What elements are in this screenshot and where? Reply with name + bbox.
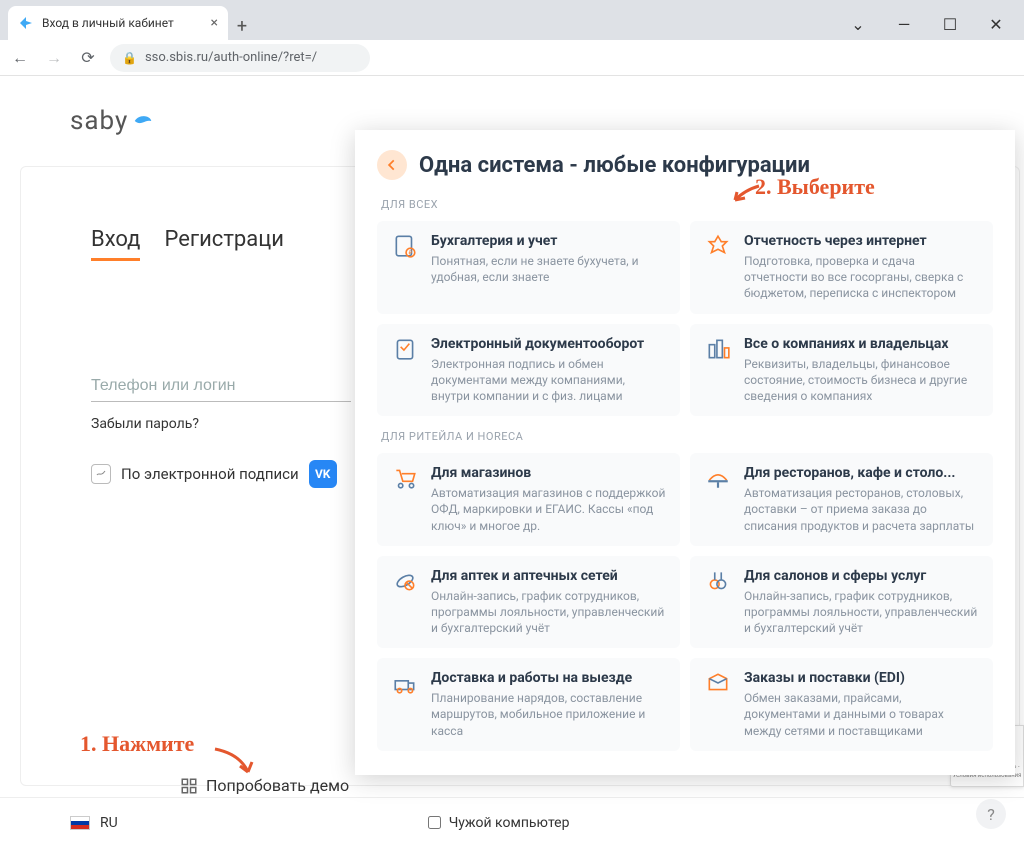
logo-text: saby: [70, 106, 128, 136]
esign-link[interactable]: По электронной подписи: [121, 465, 299, 483]
try-demo-label: Попробовать демо: [206, 776, 349, 795]
card-icon: [704, 568, 732, 637]
tab-title: Вход в личный кабинет: [42, 16, 203, 30]
card-icon: [704, 670, 732, 739]
config-card[interactable]: Для аптек и аптечных сетей Онлайн-запись,…: [377, 556, 680, 649]
login-input[interactable]: [91, 371, 351, 402]
foreign-pc-label: Чужой компьютер: [449, 815, 570, 831]
page-content: saby Вход Регистраци Забыли пароль? По э…: [0, 76, 1024, 847]
annotation-arrow-2: [731, 182, 761, 206]
browser-titlebar: Вход в личный кабинет × + ⌄ — ☐ ✕: [0, 0, 1024, 40]
card-desc: Понятная, если не знаете бухучета, и удо…: [431, 253, 666, 285]
window-controls: ⌄ — ☐ ✕: [844, 15, 1024, 40]
config-card[interactable]: Для ресторанов, кафе и столо... Автоматиз…: [690, 453, 993, 546]
try-demo-link[interactable]: Попробовать демо: [180, 776, 349, 795]
section-label: ДЛЯ ВСЕХ: [381, 198, 993, 211]
card-icon: [391, 670, 419, 739]
reload-button[interactable]: ⟳: [76, 48, 100, 67]
configurations-panel: Одна система - любые конфигурации 2. Выб…: [355, 130, 1015, 775]
card-title: Для салонов и сферы услуг: [744, 568, 979, 584]
panel-title: Одна система - любые конфигурации: [419, 153, 810, 178]
logo-bird-icon: [132, 110, 154, 132]
card-icon: [704, 465, 732, 534]
card-icon: ₽: [391, 233, 419, 302]
tab-favicon: [18, 15, 34, 31]
card-icon: [704, 336, 732, 405]
config-card[interactable]: ₽ Бухгалтерия и учет Понятная, если не зна…: [377, 221, 680, 314]
card-desc: Обмен заказами, прайсами, документами и …: [744, 690, 979, 739]
foreign-pc-input[interactable]: [428, 816, 441, 829]
card-icon: [391, 568, 419, 637]
close-window-button[interactable]: ✕: [982, 15, 1010, 34]
card-title: Электронный документооборот: [431, 336, 666, 352]
new-tab-button[interactable]: +: [228, 12, 256, 40]
footer: RU Чужой компьютер: [0, 797, 1024, 847]
config-card[interactable]: Для магазинов Автоматизация магазинов с п…: [377, 453, 680, 546]
esign-icon: [91, 464, 111, 484]
url-text: sso.sbis.ru/auth-online/?ret=/: [145, 50, 317, 65]
logo: saby: [70, 106, 154, 136]
config-card[interactable]: Заказы и поставки (EDI) Обмен заказами, п…: [690, 658, 993, 751]
language-switch[interactable]: RU: [100, 815, 118, 831]
config-card[interactable]: Электронный документооборот Электронная п…: [377, 324, 680, 417]
card-icon: [704, 233, 732, 302]
section-label: ДЛЯ РИТЕЙЛА И HORECA: [381, 430, 993, 443]
card-desc: Подготовка, проверка и сдача отчетности …: [744, 253, 979, 302]
card-title: Отчетность через интернет: [744, 233, 979, 249]
card-title: Для магазинов: [431, 465, 666, 481]
card-desc: Онлайн-запись, график сотрудников, прогр…: [744, 588, 979, 637]
tab-login[interactable]: Вход: [91, 227, 140, 261]
card-title: Заказы и поставки (EDI): [744, 670, 979, 686]
lock-icon: 🔒: [122, 51, 137, 65]
address-bar: ← → ⟳ 🔒 sso.sbis.ru/auth-online/?ret=/: [0, 40, 1024, 76]
url-field[interactable]: 🔒 sso.sbis.ru/auth-online/?ret=/: [110, 44, 370, 72]
chevron-down-icon[interactable]: ⌄: [844, 15, 872, 34]
card-title: Бухгалтерия и учет: [431, 233, 666, 249]
foreign-pc-checkbox[interactable]: Чужой компьютер: [428, 815, 570, 831]
config-card[interactable]: Доставка и работы на выезде Планирование …: [377, 658, 680, 751]
flag-ru-icon: [70, 816, 90, 830]
card-title: Доставка и работы на выезде: [431, 670, 666, 686]
vk-login-button[interactable]: VK: [309, 460, 337, 488]
config-card[interactable]: Все о компаниях и владельцах Реквизиты, в…: [690, 324, 993, 417]
card-icon: [391, 336, 419, 405]
card-title: Для аптек и аптечных сетей: [431, 568, 666, 584]
card-desc: Онлайн-запись, график сотрудников, прогр…: [431, 588, 666, 637]
tab-close-icon[interactable]: ×: [211, 15, 218, 31]
card-desc: Электронная подпись и обмен документами …: [431, 356, 666, 405]
help-button[interactable]: ?: [976, 799, 1006, 829]
card-title: Все о компаниях и владельцах: [744, 336, 979, 352]
tab-register[interactable]: Регистраци: [164, 227, 284, 261]
svg-text:₽: ₽: [409, 251, 413, 257]
back-button[interactable]: ←: [8, 48, 32, 68]
config-card[interactable]: Для салонов и сферы услуг Онлайн-запись, …: [690, 556, 993, 649]
card-desc: Планирование нарядов, составление маршру…: [431, 690, 666, 739]
card-title: Для ресторанов, кафе и столо...: [744, 465, 979, 481]
back-button[interactable]: [377, 150, 407, 180]
annotation-step2: 2. Выберите: [755, 174, 875, 200]
maximize-button[interactable]: ☐: [936, 15, 964, 34]
grid-icon: [180, 777, 198, 795]
card-desc: Автоматизация магазинов с поддержкой ОФД…: [431, 485, 666, 534]
forward-button[interactable]: →: [42, 48, 66, 68]
card-icon: [391, 465, 419, 534]
card-desc: Реквизиты, владельцы, финансовое состоян…: [744, 356, 979, 405]
config-card[interactable]: Отчетность через интернет Подготовка, про…: [690, 221, 993, 314]
minimize-button[interactable]: —: [890, 15, 918, 34]
browser-tab[interactable]: Вход в личный кабинет ×: [8, 6, 228, 40]
annotation-step1: 1. Нажмите: [80, 731, 194, 757]
card-desc: Автоматизация ресторанов, столовых, дост…: [744, 485, 979, 534]
